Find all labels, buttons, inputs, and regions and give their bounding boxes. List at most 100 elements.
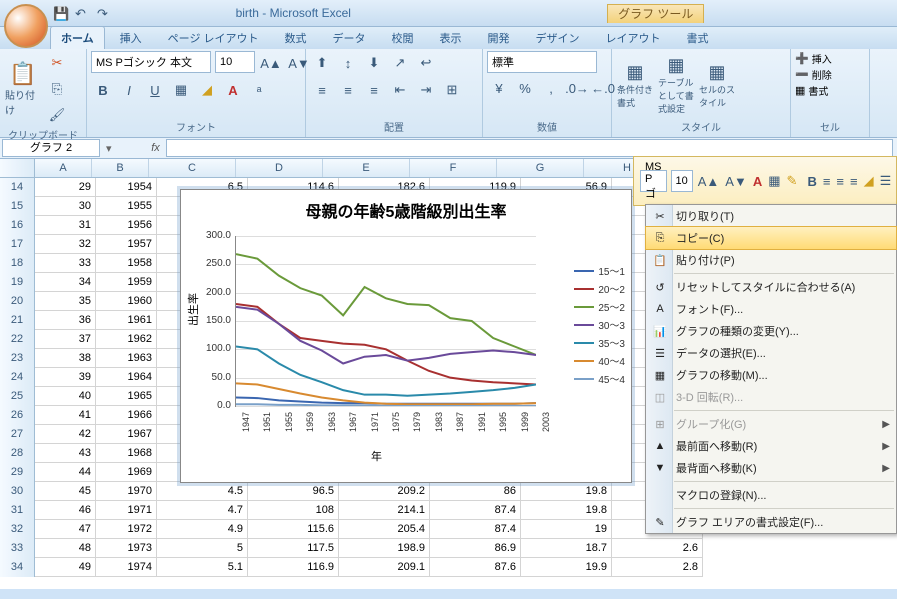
- cell[interactable]: 1960: [96, 292, 157, 311]
- cell[interactable]: 1965: [96, 387, 157, 406]
- mini-size-combo[interactable]: 10: [671, 170, 693, 192]
- tab-6[interactable]: 表示: [429, 26, 473, 49]
- row-header[interactable]: 29: [0, 463, 35, 482]
- cell[interactable]: 4.5: [157, 482, 248, 501]
- select-all-corner[interactable]: [0, 159, 35, 177]
- row-header[interactable]: 27: [0, 425, 35, 444]
- col-header[interactable]: C: [149, 159, 236, 177]
- col-header[interactable]: G: [497, 159, 584, 177]
- cell[interactable]: 19.8: [521, 501, 612, 520]
- align-middle-icon[interactable]: ↕: [336, 51, 360, 75]
- row-header[interactable]: 33: [0, 539, 35, 558]
- cell[interactable]: 1966: [96, 406, 157, 425]
- fill-color-button[interactable]: ◢: [195, 78, 219, 102]
- cell[interactable]: 1962: [96, 330, 157, 349]
- menu-item[interactable]: ✂切り取り(T): [646, 205, 896, 227]
- format-as-table-button[interactable]: ▦テーブルとして書式設定: [657, 59, 695, 111]
- name-box[interactable]: グラフ 2: [2, 139, 100, 157]
- cell[interactable]: 44: [35, 463, 96, 482]
- font-size-combo[interactable]: 10: [215, 51, 255, 73]
- decrease-indent-icon[interactable]: ⇤: [388, 78, 412, 102]
- mini-shrink-font-icon[interactable]: A▼: [724, 169, 748, 193]
- percent-icon[interactable]: %: [513, 76, 537, 100]
- cell[interactable]: 198.9: [339, 539, 430, 558]
- cell[interactable]: 1970: [96, 482, 157, 501]
- cell[interactable]: 18.7: [521, 539, 612, 558]
- cell[interactable]: 115.6: [248, 520, 339, 539]
- cell[interactable]: 1956: [96, 216, 157, 235]
- row-header[interactable]: 26: [0, 406, 35, 425]
- tab-1[interactable]: 挿入: [109, 26, 153, 49]
- embedded-chart[interactable]: 母親の年齢5歳階級別出生率 出生率 年 0.050.0100.0150.0200…: [180, 189, 632, 483]
- cell[interactable]: 38: [35, 349, 96, 368]
- cell[interactable]: 47: [35, 520, 96, 539]
- row-header[interactable]: 21: [0, 311, 35, 330]
- mini-font-color-icon[interactable]: A: [752, 169, 763, 193]
- cell[interactable]: 34: [35, 273, 96, 292]
- row-header[interactable]: 28: [0, 444, 35, 463]
- row-header[interactable]: 32: [0, 520, 35, 539]
- fx-icon[interactable]: fx: [146, 142, 166, 154]
- cell[interactable]: 1959: [96, 273, 157, 292]
- cell[interactable]: 209.1: [339, 558, 430, 577]
- cell[interactable]: 39: [35, 368, 96, 387]
- cell[interactable]: 1964: [96, 368, 157, 387]
- menu-item[interactable]: ✎グラフ エリアの書式設定(F)...: [646, 511, 896, 533]
- row-header[interactable]: 16: [0, 216, 35, 235]
- redo-icon[interactable]: ↷: [96, 5, 112, 21]
- col-header[interactable]: F: [410, 159, 497, 177]
- comma-icon[interactable]: ,: [539, 76, 563, 100]
- col-header[interactable]: B: [92, 159, 149, 177]
- cell[interactable]: 29: [35, 178, 96, 197]
- cell[interactable]: 46: [35, 501, 96, 520]
- tab-8[interactable]: デザイン: [525, 26, 591, 49]
- font-name-combo[interactable]: MS Pゴシック 本文: [91, 51, 211, 73]
- col-header[interactable]: E: [323, 159, 410, 177]
- menu-item[interactable]: ☰データの選択(E)...: [646, 342, 896, 364]
- cell[interactable]: 1963: [96, 349, 157, 368]
- name-box-dropdown-icon[interactable]: ▾: [102, 142, 116, 155]
- mini-bold-icon[interactable]: B: [806, 169, 817, 193]
- tab-4[interactable]: データ: [322, 26, 377, 49]
- cell[interactable]: 19.8: [521, 482, 612, 501]
- border-button[interactable]: ▦: [169, 78, 193, 102]
- phonetic-icon[interactable]: ᵃ: [247, 78, 271, 102]
- font-color-button[interactable]: A: [221, 78, 245, 102]
- cell[interactable]: 1961: [96, 311, 157, 330]
- cell[interactable]: 1974: [96, 558, 157, 577]
- cell[interactable]: 19: [521, 520, 612, 539]
- tab-3[interactable]: 数式: [274, 26, 318, 49]
- underline-button[interactable]: U: [143, 78, 167, 102]
- cell[interactable]: 1958: [96, 254, 157, 273]
- menu-item[interactable]: マクロの登録(N)...: [646, 484, 896, 506]
- align-center-icon[interactable]: ≡: [336, 78, 360, 102]
- cell[interactable]: 87.4: [430, 501, 521, 520]
- row-header[interactable]: 34: [0, 558, 35, 577]
- cell-styles-button[interactable]: ▦セルのスタイル: [698, 59, 736, 111]
- cell[interactable]: 108: [248, 501, 339, 520]
- cell[interactable]: 32: [35, 235, 96, 254]
- tab-9[interactable]: レイアウト: [595, 26, 672, 49]
- menu-item[interactable]: ▦グラフの移動(M)...: [646, 364, 896, 386]
- italic-button[interactable]: I: [117, 78, 141, 102]
- col-header[interactable]: A: [35, 159, 92, 177]
- row-header[interactable]: 30: [0, 482, 35, 501]
- cell[interactable]: 37: [35, 330, 96, 349]
- cell[interactable]: 96.5: [248, 482, 339, 501]
- save-icon[interactable]: 💾: [52, 5, 68, 21]
- cell[interactable]: 1971: [96, 501, 157, 520]
- cell[interactable]: 36: [35, 311, 96, 330]
- orientation-icon[interactable]: ↗: [388, 51, 412, 75]
- menu-item[interactable]: ▲最前面へ移動(R)▶: [646, 435, 896, 457]
- menu-item[interactable]: ⎘コピー(C): [645, 226, 897, 250]
- cell[interactable]: 1973: [96, 539, 157, 558]
- cell[interactable]: 1972: [96, 520, 157, 539]
- mini-fill-icon[interactable]: ◢: [863, 169, 875, 193]
- cell[interactable]: 1967: [96, 425, 157, 444]
- tab-5[interactable]: 校閲: [381, 26, 425, 49]
- row-header[interactable]: 22: [0, 330, 35, 349]
- row-header[interactable]: 31: [0, 501, 35, 520]
- format-painter-icon[interactable]: 🖌: [45, 103, 69, 127]
- cell[interactable]: 87.6: [430, 558, 521, 577]
- row-header[interactable]: 15: [0, 197, 35, 216]
